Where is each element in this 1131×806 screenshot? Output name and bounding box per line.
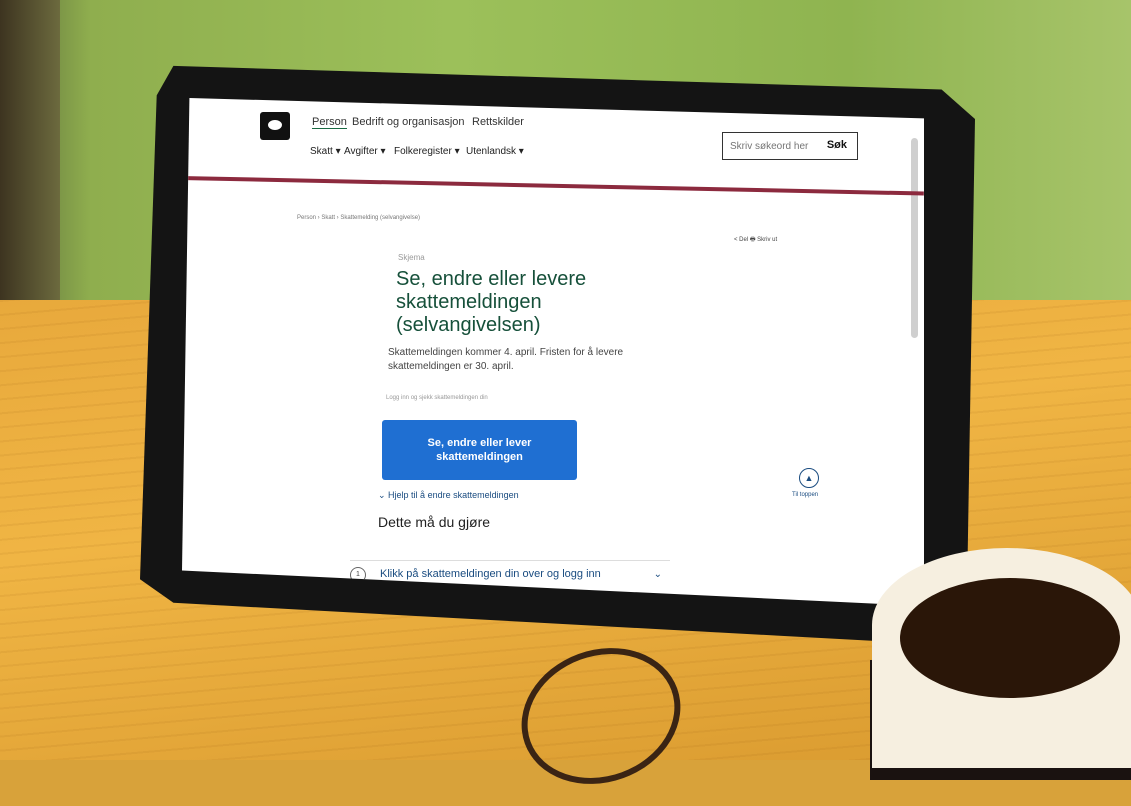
nav-utenlandsk[interactable]: Utenlandsk ▾ bbox=[466, 146, 524, 157]
breadcrumb[interactable]: Person › Skatt › Skattemelding (selvangi… bbox=[297, 215, 420, 221]
scrollbar[interactable] bbox=[911, 138, 918, 338]
to-top-label[interactable]: Til toppen bbox=[792, 492, 818, 498]
tablet-screen: Person Bedrift og organisasjon Rettskild… bbox=[182, 98, 924, 606]
header-divider bbox=[182, 176, 924, 196]
tab-rettskilder[interactable]: Rettskilder bbox=[472, 116, 524, 128]
search-box: Søk bbox=[722, 132, 858, 160]
share-print-links[interactable]: < Del 🖶 Skriv ut bbox=[734, 235, 777, 245]
login-hint: Logg inn og sjekk skattemeldingen din bbox=[386, 395, 488, 401]
open-tax-return-button[interactable]: Se, endre eller lever skattemeldingen bbox=[382, 420, 577, 480]
help-link[interactable]: ⌄ Hjelp til å endre skattemeldingen bbox=[378, 490, 519, 501]
cta-label: Se, endre eller lever skattemeldingen bbox=[427, 437, 532, 463]
page-label: Skjema bbox=[398, 253, 425, 262]
chevron-down-icon: ⌄ bbox=[378, 490, 389, 500]
step-label: Klikk på skattemeldingen din over og log… bbox=[380, 568, 601, 580]
coffee bbox=[900, 578, 1120, 698]
arrow-up-icon[interactable]: ▲ bbox=[799, 468, 819, 488]
search-input[interactable] bbox=[728, 140, 822, 153]
lead-text: Skattemeldingen kommer 4. april. Fristen… bbox=[388, 347, 624, 372]
help-link-label: Hjelp til å endre skattemeldingen bbox=[388, 490, 519, 500]
nav-skatt[interactable]: Skatt ▾ bbox=[310, 146, 341, 157]
chevron-down-icon: ⌄ bbox=[653, 569, 662, 580]
section-heading: Dette må du gjøre bbox=[378, 514, 491, 530]
skatteetaten-logo[interactable] bbox=[260, 112, 290, 140]
nav-folkeregister[interactable]: Folkeregister ▾ bbox=[394, 146, 460, 157]
tab-person[interactable]: Person bbox=[312, 116, 347, 129]
tab-bedrift[interactable]: Bedrift og organisasjon bbox=[352, 116, 465, 128]
page-title: Se, endre eller levere skattemeldingen (… bbox=[396, 268, 587, 336]
search-button[interactable]: Søk bbox=[827, 139, 847, 151]
nav-avgifter[interactable]: Avgifter ▾ bbox=[344, 146, 386, 157]
